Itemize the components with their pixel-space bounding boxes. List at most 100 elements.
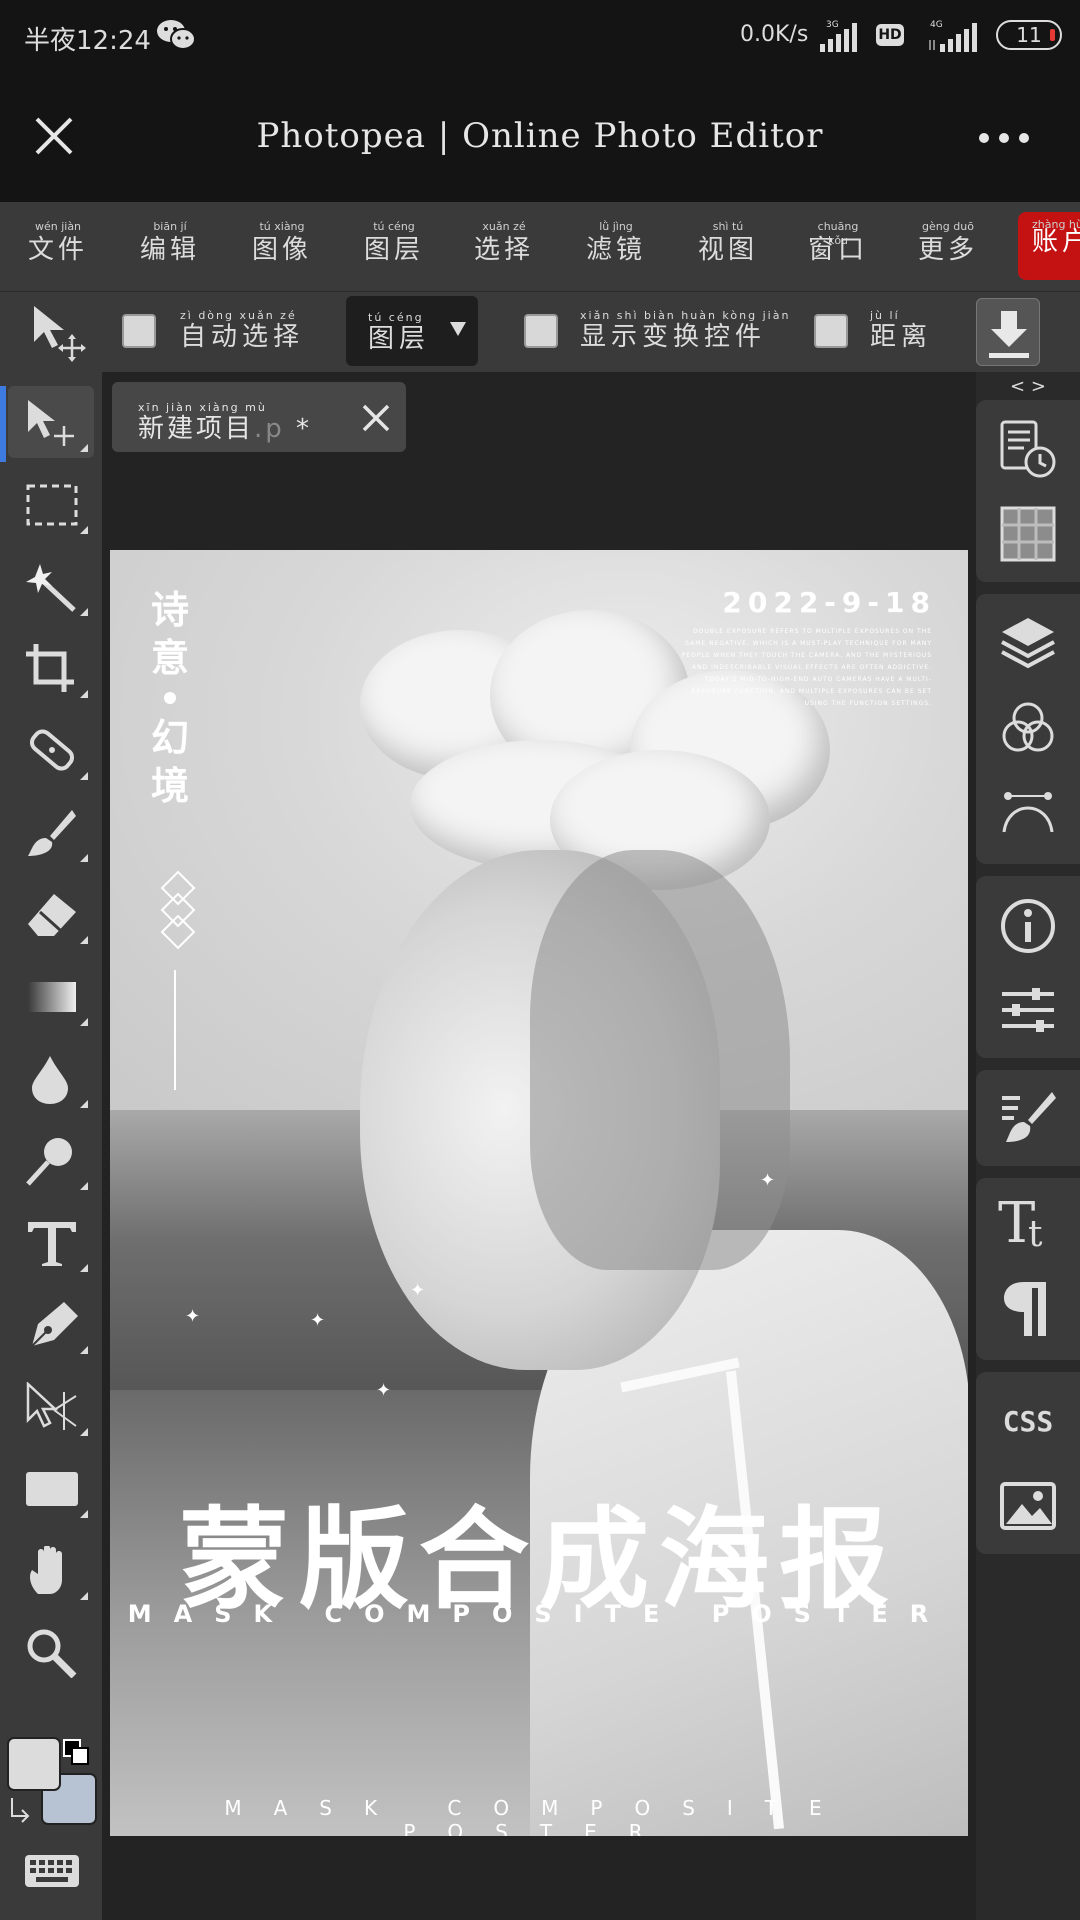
- distance-label: jù lí 距离: [870, 310, 933, 353]
- tool-flyout-indicator: [80, 1592, 88, 1600]
- layer-dropdown-text: 图层: [368, 324, 431, 354]
- tool-flyout-indicator: [80, 608, 88, 616]
- keyboard-icon[interactable]: [24, 1854, 80, 1888]
- poster-date: 2022-9-18: [722, 586, 936, 619]
- menu-view[interactable]: shì tú 视图: [696, 220, 760, 276]
- css-panel-icon[interactable]: CSS: [998, 1392, 1058, 1452]
- tool-flyout-indicator: [80, 1510, 88, 1518]
- marquee-tool-button[interactable]: [8, 468, 94, 540]
- menu-select[interactable]: xuǎn zé 选择: [472, 220, 536, 276]
- eraser-tool-button[interactable]: [8, 878, 94, 950]
- crop-tool-button[interactable]: [8, 632, 94, 704]
- character-icon[interactable]: T t: [998, 1192, 1058, 1252]
- zoom-tool-button[interactable]: [8, 1616, 94, 1688]
- menu-filter[interactable]: lǜ jìng 滤镜: [584, 220, 648, 276]
- info-icon[interactable]: [998, 896, 1058, 956]
- menu-account-button[interactable]: zhàng hù 账户: [1018, 212, 1080, 280]
- tool-flyout-indicator: [80, 526, 88, 534]
- color-swatches[interactable]: [6, 1736, 98, 1832]
- menu-layer-pinyin: tú céng: [373, 220, 415, 233]
- text-tool-button[interactable]: [8, 1206, 94, 1278]
- tool-flyout-indicator: [80, 444, 88, 452]
- signal-3g-icon: 3G: [820, 20, 857, 52]
- menu-edit[interactable]: biān jí 编辑: [138, 220, 202, 276]
- pen-tool-button[interactable]: [8, 1288, 94, 1360]
- close-tab-icon[interactable]: [360, 402, 392, 434]
- magnifier-icon: [27, 1629, 77, 1678]
- panel-group-history: [976, 400, 1080, 582]
- shape-tool-button[interactable]: [8, 1452, 94, 1524]
- poster-subtitle: MASK COMPOSITE POSTER: [127, 1600, 951, 1628]
- menu-layer[interactable]: tú céng 图层: [362, 220, 426, 276]
- dodge-tool-button[interactable]: [8, 1124, 94, 1196]
- document-name: 新建项目: [138, 414, 255, 444]
- marquee-icon: [26, 484, 78, 526]
- layer-dropdown[interactable]: tú céng 图层: [346, 296, 478, 366]
- tool-flyout-indicator: [80, 1346, 88, 1354]
- document-ext: .p: [254, 414, 285, 444]
- swatches-grid-icon[interactable]: [998, 504, 1058, 564]
- menu-image[interactable]: tú xiàng 图像: [250, 220, 314, 276]
- eraser-icon: [28, 894, 76, 936]
- tool-flyout-indicator: [80, 1182, 88, 1190]
- status-bar: 半夜12:24 0.0K/s 3G HD 4G 11: [0, 0, 1080, 72]
- gradient-tool-button[interactable]: [8, 960, 94, 1032]
- poster-vertical-title-top: 诗意: [150, 587, 189, 680]
- brush-settings-icon[interactable]: [998, 1088, 1058, 1148]
- menu-more-label: 更多: [917, 235, 978, 265]
- poster-vertical-title-bottom: 幻境: [150, 715, 189, 808]
- auto-select-text: 自动选择: [180, 322, 305, 352]
- distance-text: 距离: [870, 322, 933, 352]
- download-button[interactable]: [976, 298, 1040, 366]
- move-tool-button[interactable]: [0, 386, 94, 462]
- move-tool-icon[interactable]: [28, 302, 90, 362]
- menu-window[interactable]: chuāng kǒu 窗口: [806, 220, 870, 276]
- battery-level: 11: [1016, 23, 1042, 47]
- brush-tool-button[interactable]: [8, 796, 94, 868]
- menu-edit-label: 编辑: [139, 235, 200, 265]
- blur-tool-button[interactable]: [8, 1042, 94, 1114]
- channels-icon[interactable]: [998, 698, 1058, 758]
- move-arrow-icon: [28, 400, 74, 446]
- app-title: Photopea | Online Photo Editor: [256, 116, 824, 156]
- menu-file-label: 文件: [27, 235, 88, 265]
- show-transform-pinyin: xiǎn shì biàn huàn kòng jiàn: [580, 309, 791, 322]
- auto-select-checkbox[interactable]: [122, 314, 156, 348]
- tool-flyout-indicator: [80, 1428, 88, 1436]
- dodge-icon: [26, 1138, 72, 1186]
- tool-flyout-indicator: [80, 936, 88, 944]
- poster-bird: ✦: [376, 1380, 392, 1401]
- tool-flyout-indicator: [80, 854, 88, 862]
- menu-file[interactable]: wén jiàn 文件: [26, 220, 90, 276]
- paragraph-icon[interactable]: [998, 1278, 1058, 1338]
- image-icon[interactable]: [998, 1476, 1058, 1536]
- document-tab[interactable]: xīn jiàn xiàng mù 新建项目.p *: [112, 382, 406, 452]
- menu-window-pinyin: chuāng kǒu: [817, 220, 859, 247]
- menu-bar: wén jiàn 文件 biān jí 编辑 tú xiàng 图像 tú cé…: [0, 202, 1080, 292]
- bandage-icon: [29, 729, 75, 771]
- hd-badge: HD: [876, 24, 904, 46]
- layers-icon[interactable]: [998, 614, 1058, 674]
- poster-title-dot: [164, 692, 176, 704]
- magic-wand-tool-button[interactable]: [8, 550, 94, 622]
- net2-label: 4G: [930, 20, 943, 30]
- menu-layer-label: 图层: [363, 235, 424, 265]
- adjustments-sliders-icon[interactable]: [998, 980, 1058, 1040]
- menu-account-label: 账户: [1032, 227, 1080, 257]
- canvas-document[interactable]: ✦ ✦ ✦ ✦ ✦ 诗意 幻境 2022-9-18 DOUBLE EXPOSUR…: [110, 550, 968, 1836]
- menu-image-pinyin: tú xiàng: [259, 220, 305, 233]
- paths-icon[interactable]: [998, 780, 1058, 840]
- magic-wand-icon: [26, 564, 76, 612]
- hand-icon: [30, 1546, 62, 1594]
- healing-brush-tool-button[interactable]: [8, 714, 94, 786]
- menu-more[interactable]: gèng duō 更多: [916, 220, 980, 276]
- path-select-tool-button[interactable]: [8, 1370, 94, 1442]
- poster-vertical-line: [174, 970, 176, 1090]
- more-options-icon[interactable]: [976, 128, 1032, 148]
- history-icon[interactable]: [998, 420, 1058, 480]
- panel-collapse-toggle[interactable]: < >: [976, 374, 1080, 400]
- distance-checkbox[interactable]: [814, 314, 848, 348]
- poster-bird: ✦: [760, 1170, 776, 1191]
- show-transform-checkbox[interactable]: [524, 314, 558, 348]
- hand-tool-button[interactable]: [8, 1534, 94, 1606]
